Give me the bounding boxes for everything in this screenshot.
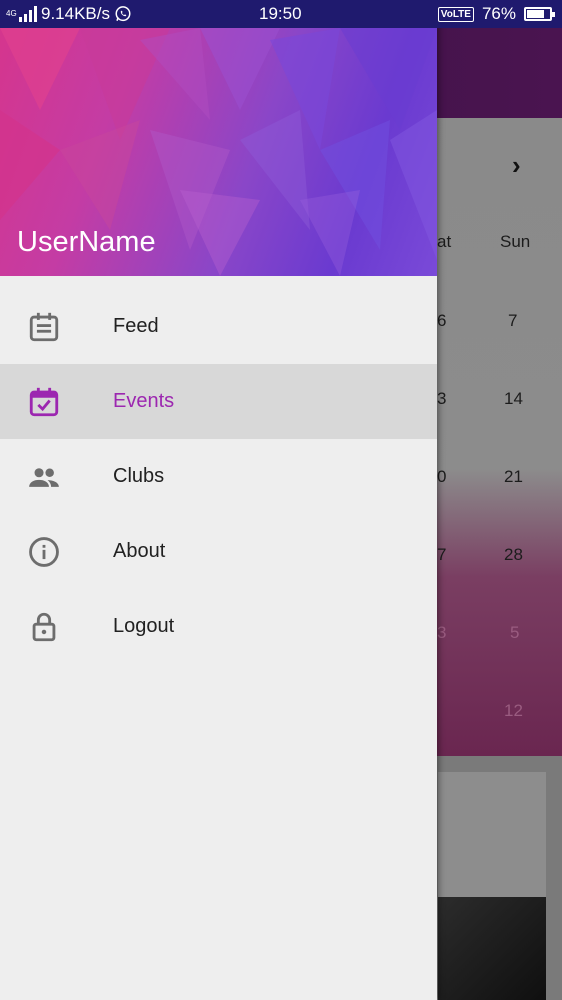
drawer-item-clubs[interactable]: Clubs: [0, 439, 437, 514]
event-image: [438, 897, 546, 1000]
drawer-item-events[interactable]: Events: [0, 364, 437, 439]
drawer-item-about[interactable]: About: [0, 514, 437, 589]
drawer-item-feed[interactable]: Feed: [0, 289, 437, 364]
drawer-item-label: Feed: [113, 315, 159, 337]
drawer-item-label: Logout: [113, 615, 175, 637]
calendar-day[interactable]: 14: [504, 389, 523, 409]
status-left: 4G 9.14KB/s: [6, 4, 132, 24]
status-bar: 4G 9.14KB/s 19:50 VoLTE 76%: [0, 0, 562, 28]
calendar-day[interactable]: 0: [437, 467, 446, 487]
battery-fill: [527, 10, 544, 18]
lock-icon: [32, 612, 56, 641]
people-icon: [29, 467, 59, 487]
battery-percent: 76%: [481, 4, 516, 23]
drawer-header: UserName: [0, 0, 437, 276]
volte-badge: VoLTE: [437, 6, 474, 22]
drawer-menu: Feed Events Clubs About Logout: [0, 289, 437, 664]
drawer-item-label: About: [113, 540, 166, 562]
calendar-day[interactable]: 7: [508, 311, 517, 331]
clock: 19:50: [259, 4, 302, 23]
calendar-header-sun: Sun: [500, 232, 531, 251]
drawer-item-label: Events: [113, 390, 175, 412]
info-icon: [29, 536, 59, 567]
status-right: VoLTE 76%: [437, 4, 555, 24]
calendar-day[interactable]: 6: [437, 311, 446, 331]
calendar-day[interactable]: 5: [510, 623, 519, 643]
battery-icon: [524, 7, 555, 21]
drawer-item-logout[interactable]: Logout: [0, 589, 437, 664]
feed-icon: [29, 312, 59, 341]
calendar-day[interactable]: 28: [504, 545, 523, 565]
network-speed: 9.14KB/s: [41, 4, 110, 23]
calendar-day[interactable]: 12: [504, 701, 523, 721]
signal-icon: [19, 6, 37, 22]
calendar-day[interactable]: 21: [504, 467, 523, 487]
calendar-day[interactable]: 3: [437, 389, 446, 409]
event-card[interactable]: [438, 772, 546, 897]
calendar-header-sat: at: [437, 232, 452, 251]
drawer-username: UserName: [17, 226, 156, 258]
whatsapp-icon: [115, 6, 131, 22]
calendar-day[interactable]: 7: [437, 545, 446, 565]
event-available-icon: [29, 387, 59, 416]
network-type: 4G: [6, 9, 17, 18]
calendar-day[interactable]: 3: [437, 623, 446, 643]
drawer-item-label: Clubs: [113, 465, 165, 487]
navigation-drawer: UserName Feed Events Clubs About Logout: [0, 0, 437, 1000]
calendar-next-chevron-icon[interactable]: ›: [512, 150, 521, 181]
